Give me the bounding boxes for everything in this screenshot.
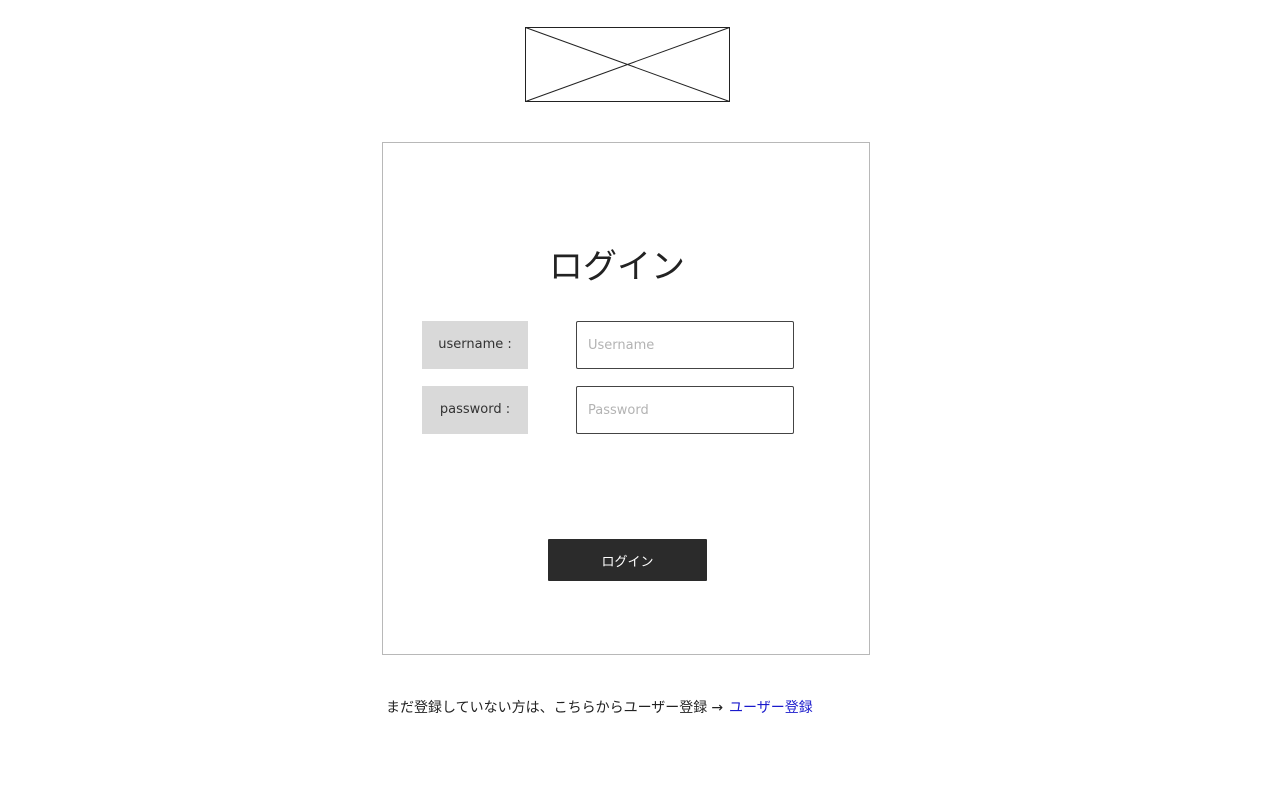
username-input[interactable] (576, 321, 794, 369)
login-button[interactable]: ログイン (548, 539, 707, 581)
login-page: ログイン username : password : ログイン まだ登録していな… (0, 0, 1280, 800)
register-link[interactable]: ユーザー登録 (729, 697, 813, 717)
password-label: password : (422, 386, 528, 434)
image-placeholder-icon (525, 27, 730, 102)
username-label: username : (422, 321, 528, 369)
register-prompt: まだ登録していない方は、こちらからユーザー登録 → (386, 697, 723, 717)
arrow-right-icon: → (711, 700, 724, 716)
password-input[interactable] (576, 386, 794, 434)
page-title: ログイン (549, 247, 685, 287)
register-prompt-text: まだ登録していない方は、こちらからユーザー登録 (386, 700, 708, 716)
login-card: ログイン username : password : ログイン (382, 142, 870, 655)
